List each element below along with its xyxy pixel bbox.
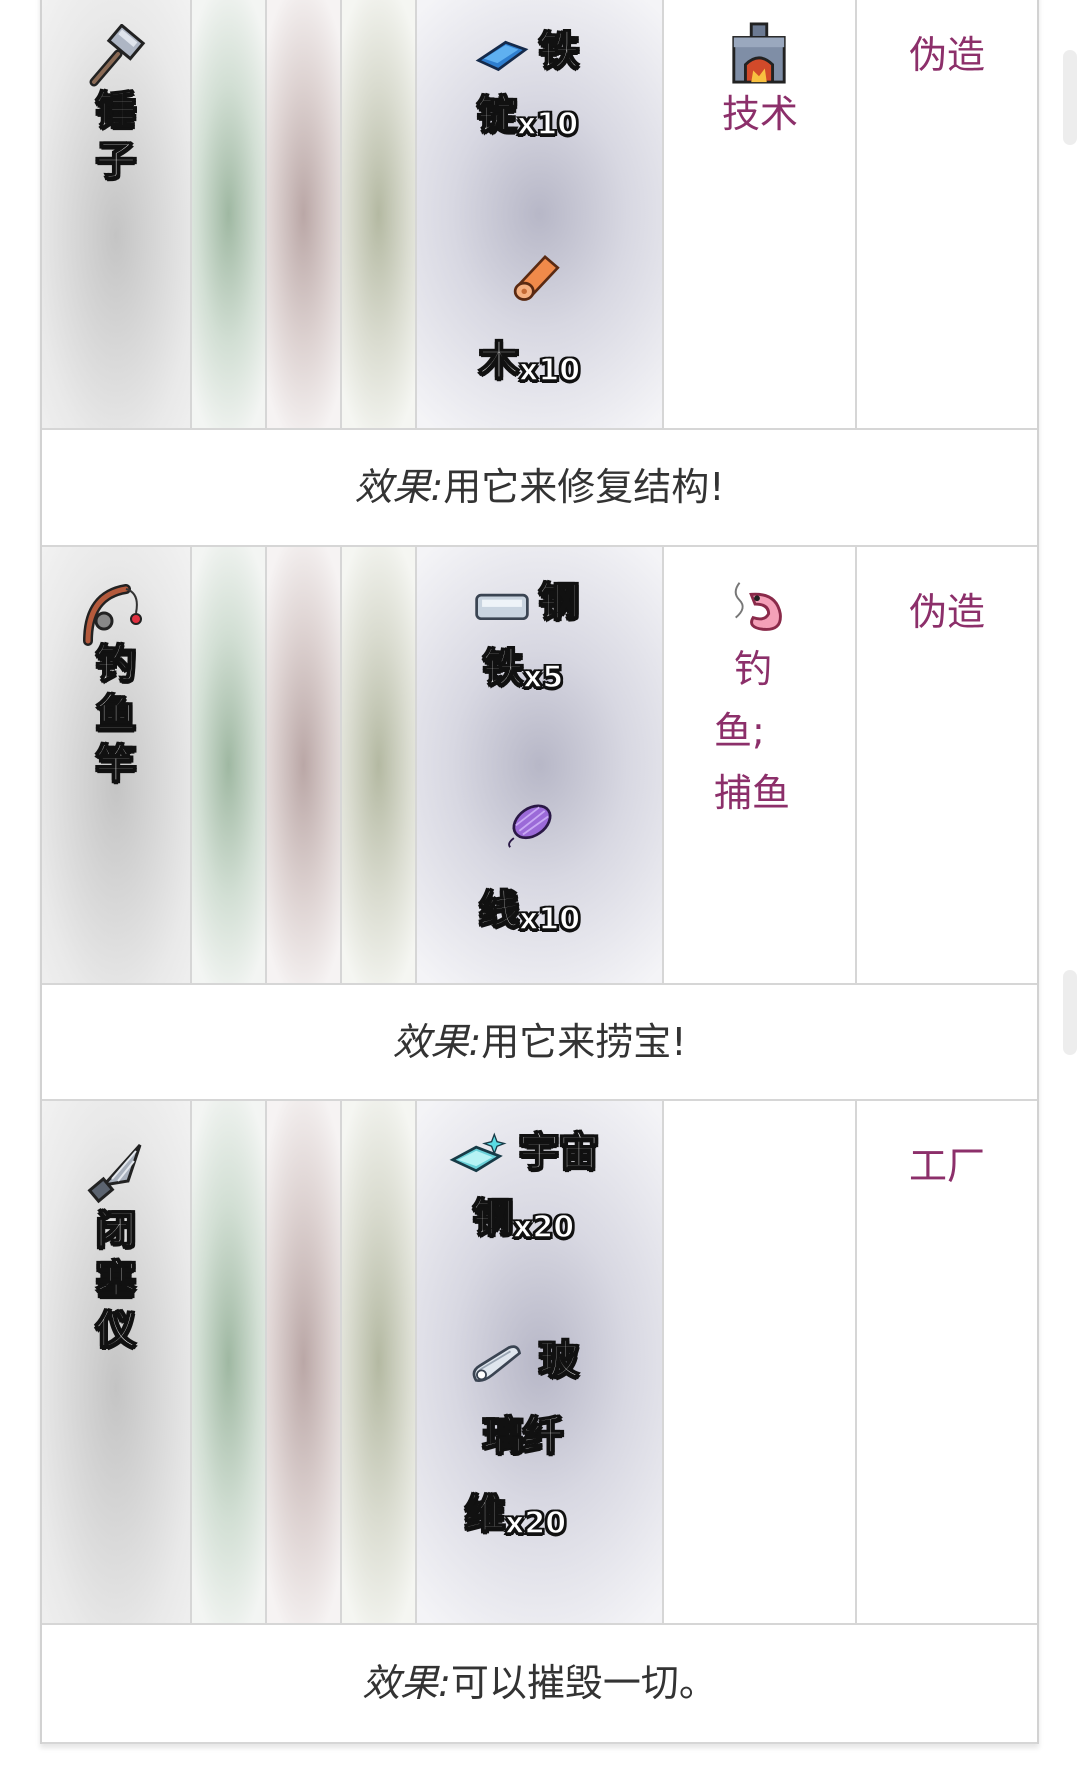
steel-bar-icon — [475, 593, 529, 621]
materials-cell: 铁 锭x10 木x10 — [417, 0, 664, 428]
effect-row: 效果:可以摧毁一切。 — [42, 1623, 1037, 1744]
material-name-line1: 铁 — [538, 27, 579, 74]
item-cell: 闭塞仪 — [42, 1101, 192, 1623]
materials-cell: 宇宙 钢x20 玻 璃纤 维x20 — [417, 1101, 664, 1623]
item-cell: 锤子 — [42, 0, 192, 428]
effect-row: 效果:用它来捞宝! — [42, 983, 1037, 1101]
effect-label: 效果: — [392, 1020, 482, 1064]
material-name-qty: 维x20 — [464, 1490, 567, 1541]
effect-text: 可以摧毁一切。 — [450, 1661, 717, 1705]
station-cell: 技术 — [664, 0, 857, 428]
color-swatch-rose — [267, 547, 342, 983]
item-name[interactable]: 闭塞仪 — [80, 1205, 152, 1355]
materials-cell: 钢 铁x5 线x10 — [417, 547, 664, 983]
recipe-fishing-rod: 钓鱼竿 钢 铁x5 线x10 钓 鱼; 捕鱼 伪造 效果:用它来捞宝! — [42, 547, 1037, 1101]
hammer-icon — [89, 24, 146, 87]
type-link[interactable]: 伪造 — [857, 24, 1037, 79]
color-swatch-green — [192, 0, 267, 428]
iron-ingot-icon — [475, 40, 529, 72]
color-swatch-rose — [267, 0, 342, 428]
station-cell — [664, 1101, 857, 1623]
effect-text: 用它来捞宝! — [481, 1020, 687, 1064]
item-name[interactable]: 钓鱼竿 — [80, 639, 152, 789]
type-cell: 工厂 — [857, 1101, 1037, 1623]
material-name-qty: 线x10 — [478, 886, 581, 937]
material-name-qty: 钢x20 — [472, 1194, 575, 1245]
recipe-hammer: 锤子 铁 锭x10 木x10 技术 伪造 效果:用它来修复结构! — [42, 0, 1037, 547]
station-cell: 钓 鱼; 捕鱼 — [664, 547, 857, 983]
color-swatch-olive — [342, 0, 417, 428]
type-link[interactable]: 工厂 — [857, 1135, 1037, 1190]
recipe-main-row: 闭塞仪 宇宙 钢x20 玻 璃纤 维x20 工厂 — [42, 1101, 1037, 1623]
material-cosmic-steel[interactable]: 宇宙 钢x20 — [417, 1101, 664, 1311]
scroll-thumb-upper[interactable] — [1063, 50, 1077, 145]
effect-text: 用它来修复结构! — [443, 465, 725, 509]
fiberglass-icon — [472, 1345, 522, 1383]
recipe-main-row: 钓鱼竿 钢 铁x5 线x10 钓 鱼; 捕鱼 伪造 — [42, 547, 1037, 983]
wood-log-icon — [513, 254, 560, 301]
effect-label: 效果: — [354, 465, 444, 509]
material-steel[interactable]: 钢 铁x5 — [417, 547, 664, 747]
color-swatch-olive — [342, 547, 417, 983]
scrollbar[interactable] — [1058, 40, 1080, 1740]
shrimp-icon — [734, 582, 782, 631]
color-swatch-olive — [342, 1101, 417, 1623]
station-link[interactable]: 技术 — [722, 84, 798, 144]
thread-icon — [508, 804, 552, 848]
fishing-rod-icon — [83, 584, 142, 646]
material-fiberglass[interactable]: 玻 璃纤 维x20 — [417, 1323, 664, 1623]
color-swatch-rose — [267, 1101, 342, 1623]
type-cell: 伪造 — [857, 0, 1037, 428]
recipe-drill: 闭塞仪 宇宙 钢x20 玻 璃纤 维x20 工厂 效果:可以摧毁一切。 — [42, 1101, 1037, 1744]
effect-row: 效果:用它来修复结构! — [42, 428, 1037, 547]
material-thread[interactable]: 线x10 — [417, 779, 664, 979]
material-name-qty: 锭x10 — [476, 91, 579, 142]
material-name-qty: 铁x5 — [482, 644, 564, 695]
station-link-line1[interactable]: 钓 — [734, 639, 772, 699]
cosmic-steel-icon — [449, 1132, 507, 1173]
effect-label: 效果: — [362, 1661, 451, 1705]
scroll-thumb-lower[interactable] — [1063, 970, 1077, 1055]
material-iron-ingot[interactable]: 铁 锭x10 — [417, 0, 664, 200]
material-name-line1: 玻 — [538, 1336, 579, 1383]
item-cell: 钓鱼竿 — [42, 547, 192, 983]
material-name-line1: 宇宙 — [518, 1128, 599, 1175]
furnace-icon — [732, 22, 786, 84]
drill-icon — [87, 1143, 142, 1204]
color-swatch-green — [192, 1101, 267, 1623]
station-link-line3[interactable]: 捕鱼 — [714, 763, 790, 823]
station-link-line2[interactable]: 鱼; — [714, 701, 765, 761]
material-wood[interactable]: 木x10 — [417, 232, 664, 422]
color-swatch-green — [192, 547, 267, 983]
material-name-line2: 璃纤 — [482, 1412, 563, 1459]
item-name[interactable]: 锤子 — [80, 86, 152, 186]
type-cell: 伪造 — [857, 547, 1037, 983]
material-name-qty: 木x10 — [478, 337, 581, 388]
material-name-line1: 钢 — [538, 578, 579, 625]
type-link[interactable]: 伪造 — [857, 581, 1037, 636]
recipe-main-row: 锤子 铁 锭x10 木x10 技术 伪造 — [42, 0, 1037, 428]
